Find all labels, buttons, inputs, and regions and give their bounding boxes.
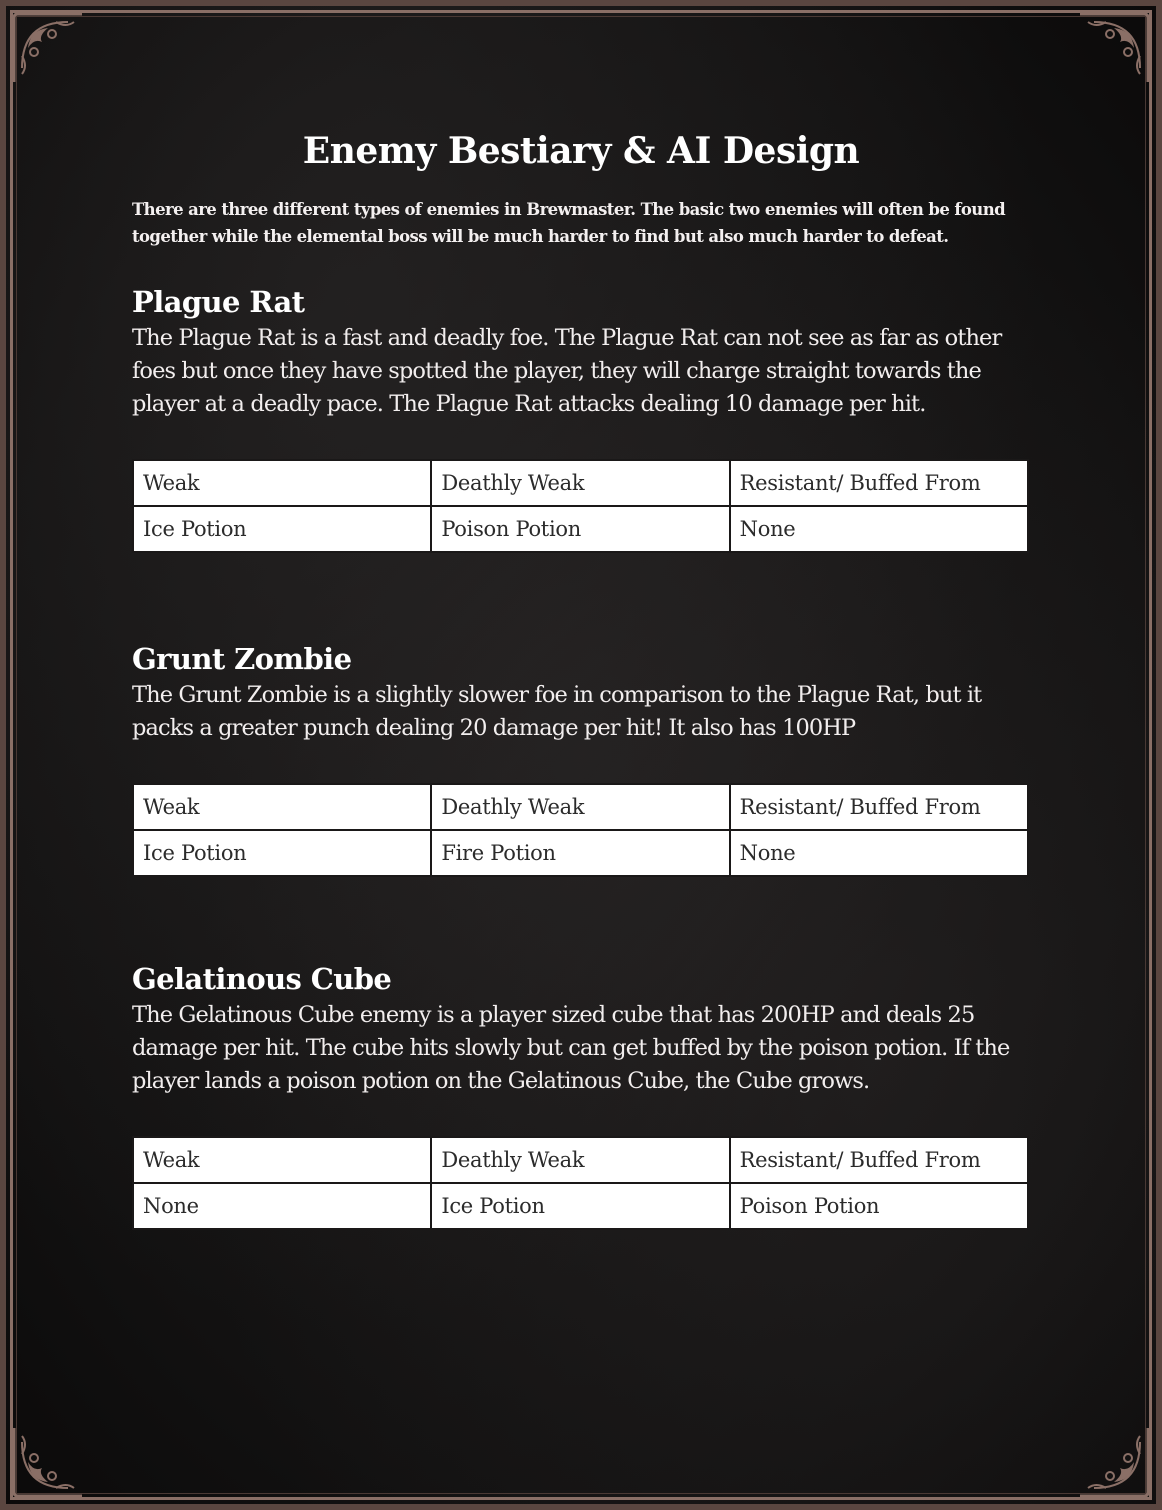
cell-resistant: None bbox=[728, 829, 1030, 877]
header-weak: Weak bbox=[131, 783, 433, 831]
intro-paragraph: There are three different types of enemi… bbox=[132, 200, 1006, 246]
cell-weak: Ice Potion bbox=[131, 829, 433, 877]
table-row: Ice Potion Poison Potion None bbox=[131, 505, 1030, 553]
header-deathly-weak: Deathly Weak bbox=[430, 1136, 731, 1184]
cell-resistant: Poison Potion bbox=[728, 1182, 1030, 1230]
cell-resistant: None bbox=[728, 505, 1030, 553]
section-description: The Gelatinous Cube enemy is a player si… bbox=[132, 1002, 1010, 1094]
cell-weak: Ice Potion bbox=[131, 505, 433, 553]
cell-deathly-weak: Ice Potion bbox=[430, 1182, 731, 1230]
enemy-section-gelatinous-cube: Gelatinous Cube The Gelatinous Cube enem… bbox=[131, 961, 1030, 1230]
section-heading: Plague Rat bbox=[132, 285, 305, 319]
header-resistant: Resistant/ Buffed From bbox=[728, 459, 1030, 507]
cell-weak: None bbox=[131, 1182, 433, 1230]
header-weak: Weak bbox=[131, 1136, 433, 1184]
section-description: The Plague Rat is a fast and deadly foe.… bbox=[132, 325, 1002, 417]
document-content: Enemy Bestiary & AI Design There are thr… bbox=[131, 128, 1030, 1230]
weakness-table: Weak Deathly Weak Resistant/ Buffed From… bbox=[131, 459, 1030, 553]
table-row: None Ice Potion Poison Potion bbox=[131, 1182, 1030, 1230]
table-header-row: Weak Deathly Weak Resistant/ Buffed From bbox=[131, 459, 1030, 507]
ornate-corner-bottom-right-icon bbox=[1080, 1428, 1150, 1498]
header-deathly-weak: Deathly Weak bbox=[430, 459, 731, 507]
ornate-corner-top-right-icon bbox=[1080, 12, 1150, 82]
section-description: The Grunt Zombie is a slightly slower fo… bbox=[132, 682, 982, 741]
table-row: Ice Potion Fire Potion None bbox=[131, 829, 1030, 877]
header-resistant: Resistant/ Buffed From bbox=[728, 783, 1030, 831]
ornate-corner-bottom-left-icon bbox=[12, 1428, 82, 1498]
cell-deathly-weak: Poison Potion bbox=[430, 505, 731, 553]
page-title: Enemy Bestiary & AI Design bbox=[302, 130, 860, 172]
table-header-row: Weak Deathly Weak Resistant/ Buffed From bbox=[131, 783, 1030, 831]
ornate-corner-top-left-icon bbox=[12, 12, 82, 82]
header-deathly-weak: Deathly Weak bbox=[430, 783, 731, 831]
section-heading: Gelatinous Cube bbox=[132, 962, 392, 996]
cell-deathly-weak: Fire Potion bbox=[430, 829, 731, 877]
weakness-table: Weak Deathly Weak Resistant/ Buffed From… bbox=[131, 783, 1030, 877]
table-header-row: Weak Deathly Weak Resistant/ Buffed From bbox=[131, 1136, 1030, 1184]
weakness-table: Weak Deathly Weak Resistant/ Buffed From… bbox=[131, 1136, 1030, 1230]
section-heading: Grunt Zombie bbox=[132, 642, 352, 676]
document-page: Enemy Bestiary & AI Design There are thr… bbox=[0, 0, 1162, 1510]
enemy-section-grunt-zombie: Grunt Zombie The Grunt Zombie is a sligh… bbox=[131, 641, 1030, 877]
header-weak: Weak bbox=[131, 459, 433, 507]
enemy-section-plague-rat: Plague Rat The Plague Rat is a fast and … bbox=[131, 284, 1030, 553]
header-resistant: Resistant/ Buffed From bbox=[728, 1136, 1030, 1184]
